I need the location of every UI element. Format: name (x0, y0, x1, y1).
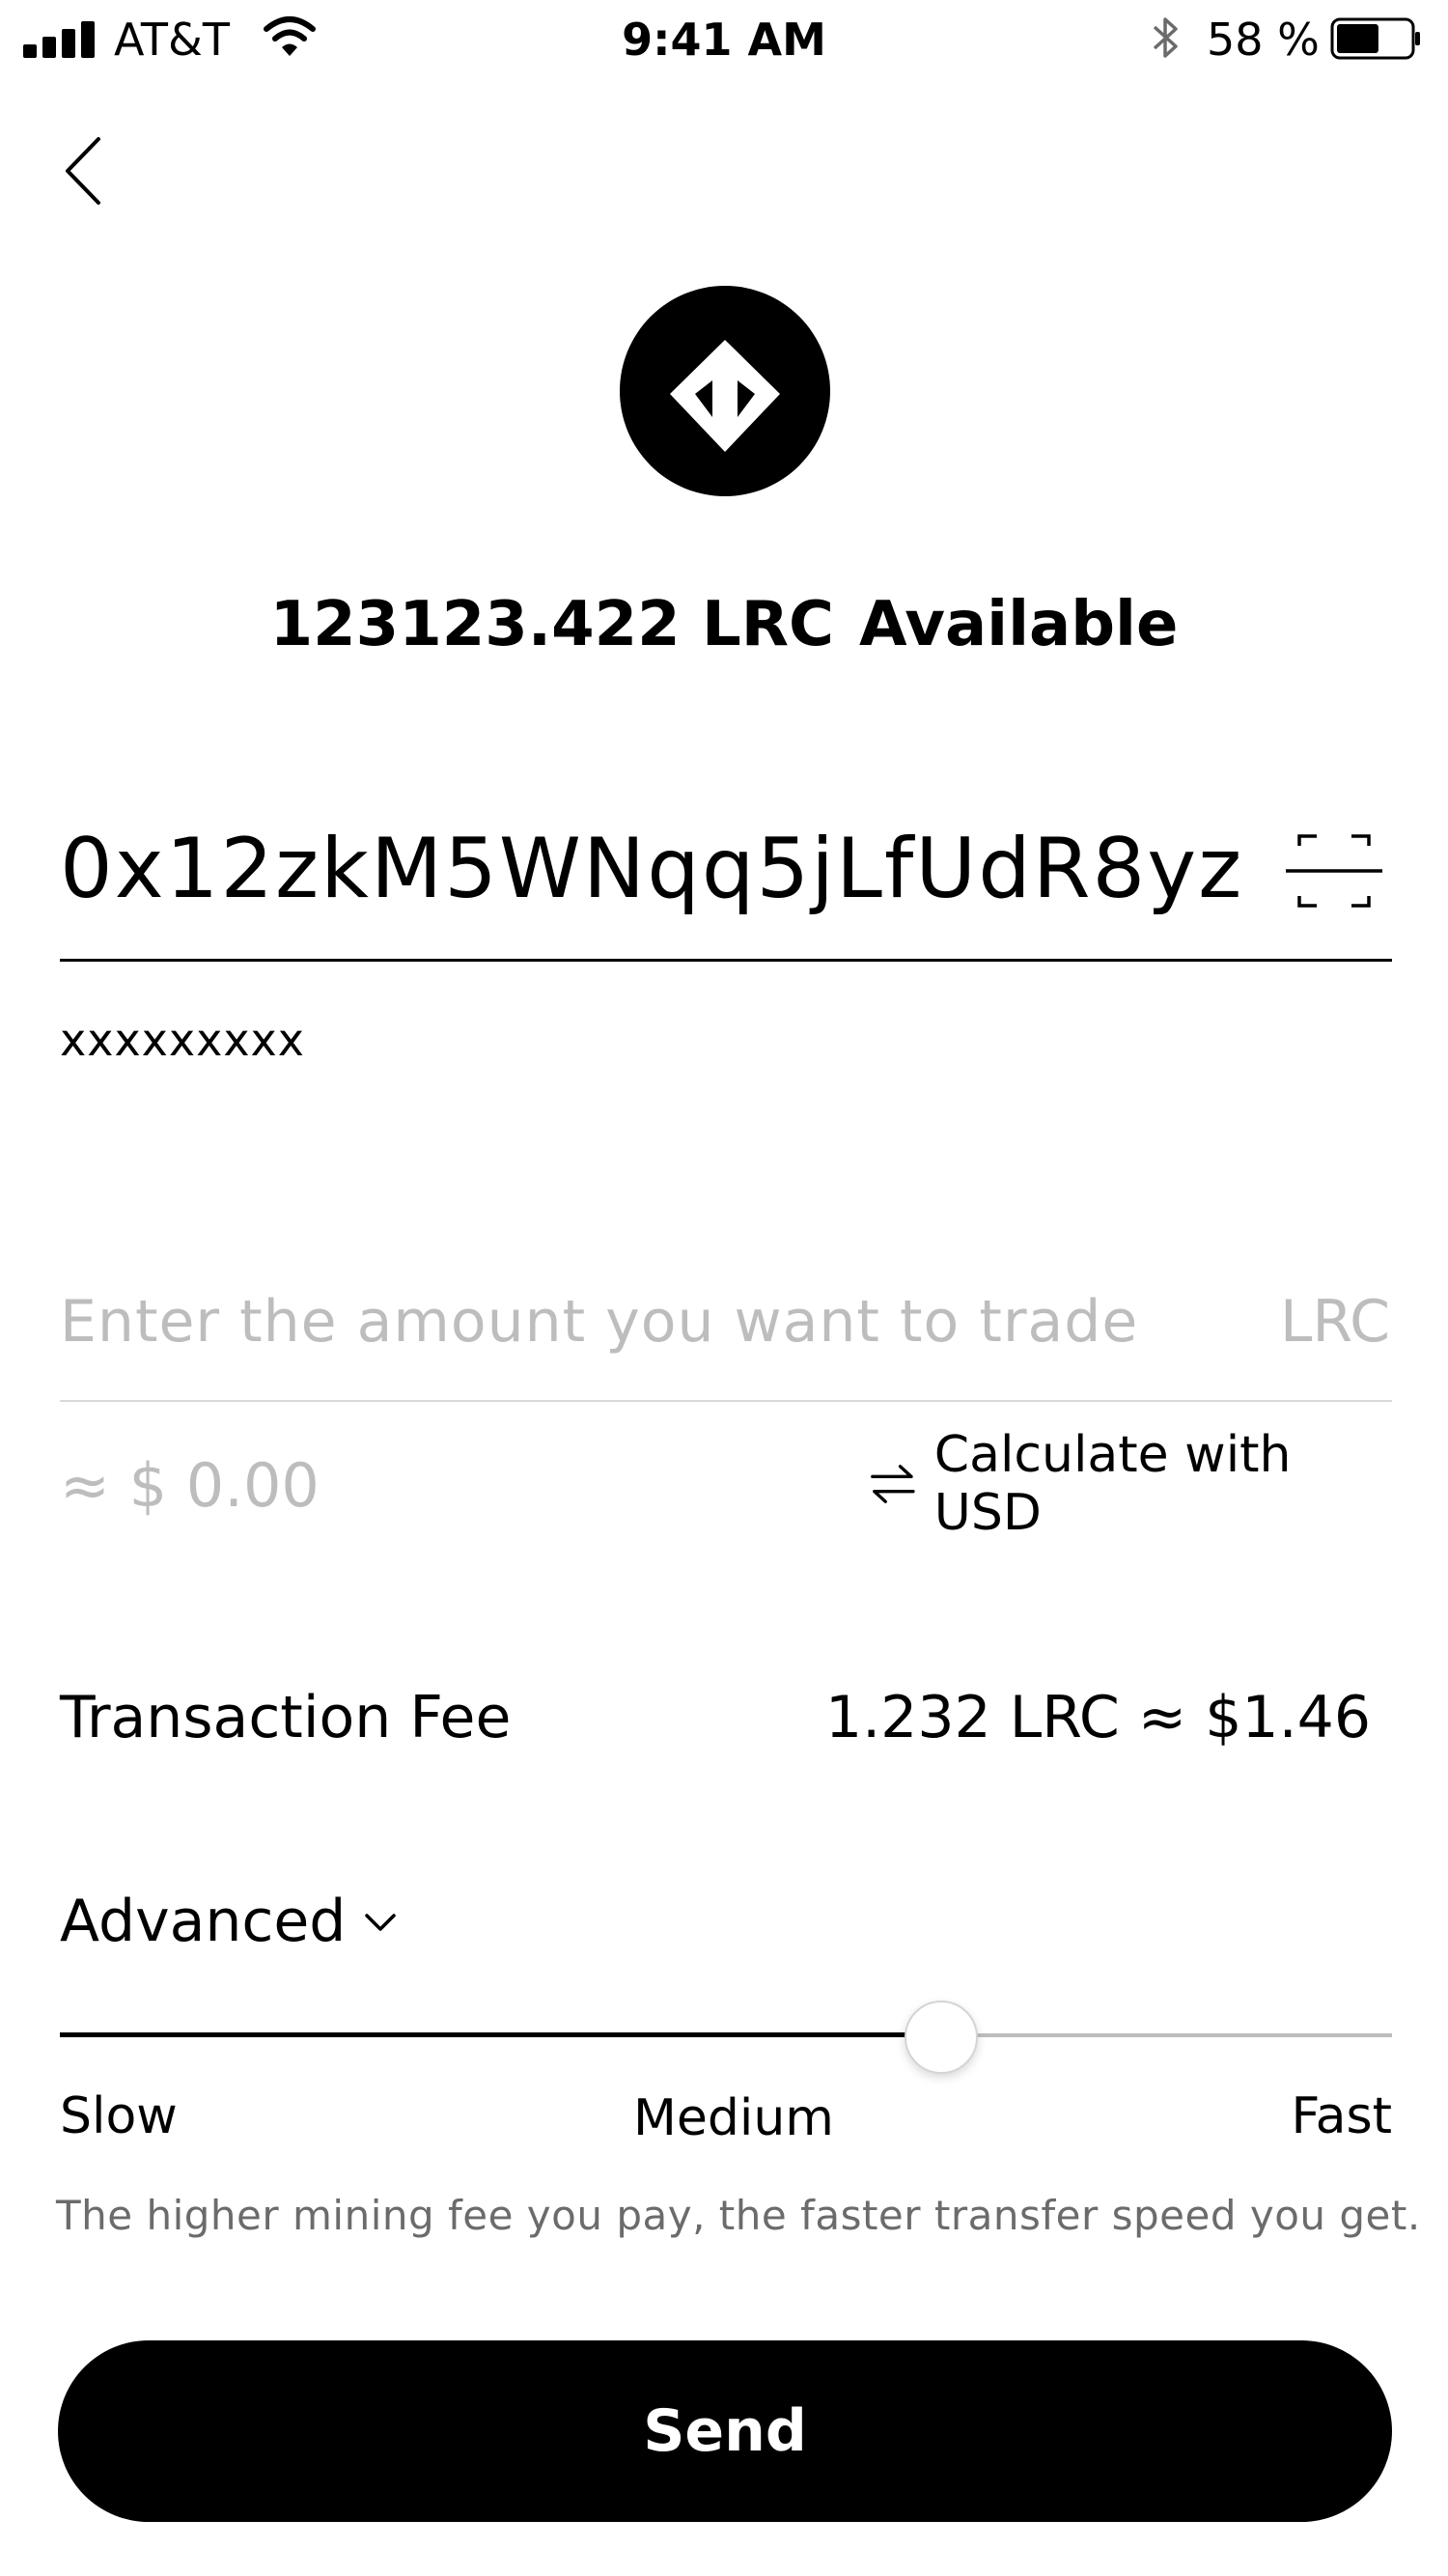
amount-input[interactable]: Enter the amount you want to trade (60, 1288, 1138, 1356)
advanced-label: Advanced (60, 1888, 347, 1955)
amount-unit: LRC (1279, 1288, 1390, 1356)
swap-arrows-icon (871, 1465, 915, 1503)
address-note: xxxxxxxxx (60, 1014, 306, 1066)
speed-slider-fill (60, 2032, 939, 2037)
transaction-fee-label: Transaction Fee (60, 1684, 512, 1751)
send-button[interactable]: Send (58, 2340, 1392, 2522)
transaction-fee-value: 1.232 LRC ≈ $1.46 (824, 1684, 1371, 1751)
available-balance: 123123.422 LRC Available (0, 589, 1448, 660)
status-bar: AT&T 9:41 AM 58 % (0, 0, 1448, 83)
mining-fee-hint: The higher mining fee you pay, the faste… (56, 2192, 1421, 2239)
advanced-toggle[interactable]: Advanced (60, 1883, 400, 1960)
amount-underline (60, 1400, 1392, 1402)
qr-scan-icon[interactable] (1284, 832, 1384, 910)
speed-slider-thumb[interactable] (904, 2001, 978, 2074)
usd-estimate: ≈ $ 0.00 (60, 1450, 320, 1521)
back-button[interactable] (60, 135, 108, 207)
calculate-with-usd-label: Calculate with USD (933, 1426, 1292, 1542)
battery-percent: 58 % (1207, 14, 1320, 66)
available-label: Available (859, 589, 1179, 660)
recipient-address-input[interactable]: 0x12zkM5WNqq5jLfUdR8yz (60, 821, 1243, 917)
chevron-down-icon (365, 1914, 397, 1931)
speed-label-fast: Fast (1291, 2087, 1392, 2145)
calculate-with-usd-button[interactable]: Calculate with USD (869, 1426, 1394, 1542)
available-amount: 123123.422 LRC (269, 589, 835, 660)
battery-icon (1330, 17, 1420, 60)
address-underline (60, 959, 1392, 962)
loopring-logo-icon (620, 286, 830, 496)
bluetooth-icon (1153, 17, 1178, 58)
